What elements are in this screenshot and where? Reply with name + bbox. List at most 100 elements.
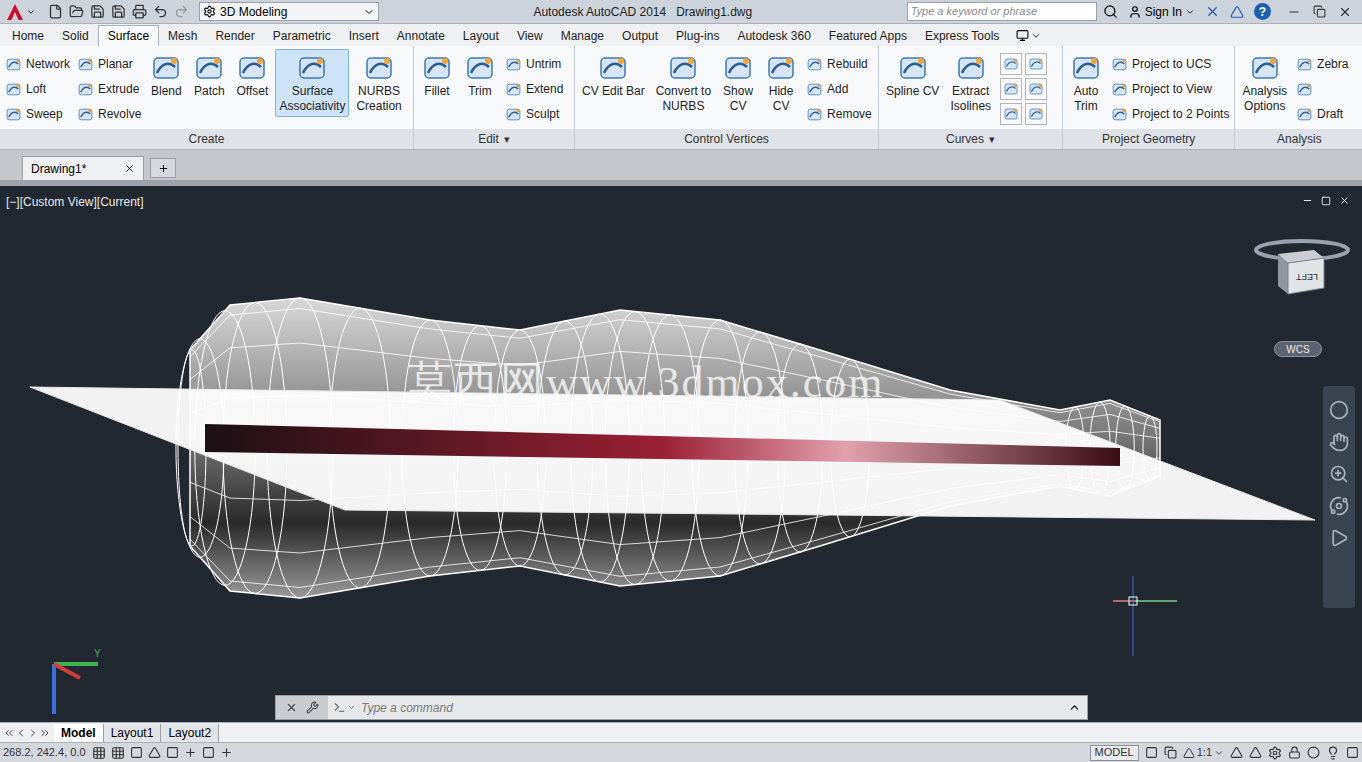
ribbon-large-button[interactable]: ShowCV: [718, 49, 758, 117]
ribbon-tab[interactable]: Annotate: [388, 25, 454, 46]
save-icon[interactable]: [90, 4, 105, 19]
clean-screen-icon[interactable]: [1346, 746, 1359, 759]
sign-in-button[interactable]: Sign In: [1124, 3, 1199, 21]
open-icon[interactable]: [69, 4, 84, 19]
ribbon-small-button[interactable]: Zebra: [1296, 53, 1348, 75]
search-field[interactable]: Type a keyword or phrase: [907, 2, 1097, 21]
close-tab-icon[interactable]: [124, 163, 135, 174]
dyn-icon[interactable]: [220, 746, 233, 759]
ribbon-large-button[interactable]: AutoTrim: [1066, 49, 1106, 117]
minimize-viewport-icon[interactable]: [1302, 195, 1313, 206]
workspace-dropdown[interactable]: 3D Modeling: [199, 2, 379, 21]
model-space-button[interactable]: MODEL: [1090, 745, 1139, 761]
ribbon-large-button[interactable]: NURBSCreation: [352, 49, 405, 117]
ducs-icon[interactable]: [202, 746, 215, 759]
prev-tab-icon[interactable]: [15, 727, 27, 739]
first-tab-icon[interactable]: [3, 727, 15, 739]
ribbon-small-button[interactable]: Planar: [77, 53, 141, 75]
layout-tab[interactable]: Model: [54, 724, 104, 742]
ribbon-tab[interactable]: Autodesk 360: [728, 25, 819, 46]
ribbon-tab[interactable]: Output: [613, 25, 667, 46]
command-input[interactable]: Type a command: [361, 699, 1068, 717]
app-menu-button[interactable]: [0, 3, 42, 21]
exchange-icon[interactable]: [1205, 4, 1220, 19]
panel-title[interactable]: Analysis: [1235, 129, 1362, 149]
ribbon-tab[interactable]: Plug-ins: [667, 25, 728, 46]
ribbon-large-button[interactable]: AnalysisOptions: [1238, 49, 1291, 117]
hardware-icon[interactable]: [1307, 746, 1320, 759]
restore-icon[interactable]: [1313, 5, 1326, 18]
file-tab[interactable]: Drawing1*: [22, 156, 144, 180]
ribbon-tab[interactable]: Layout: [454, 25, 508, 46]
connect-icon[interactable]: [1230, 5, 1244, 19]
redo-icon[interactable]: [174, 4, 189, 19]
annotation-visibility-icon[interactable]: [1230, 746, 1243, 759]
model-drawing[interactable]: [0, 186, 1362, 722]
coordinates[interactable]: 268.2, 242.4, 0.0: [3, 744, 86, 761]
steering-wheel-icon[interactable]: [1329, 400, 1349, 420]
zoom-icon[interactable]: [1329, 464, 1349, 484]
orbit-icon[interactable]: [1329, 496, 1349, 516]
panel-title[interactable]: Project Geometry: [1063, 129, 1234, 149]
ribbon-large-button[interactable]: SurfaceAssociativity: [275, 49, 349, 117]
ribbon-small-button[interactable]: Project to UCS: [1111, 53, 1229, 75]
ribbon-small-button[interactable]: Loft: [5, 78, 70, 100]
curve-tool-button[interactable]: [1000, 78, 1022, 100]
help-button[interactable]: ?: [1254, 3, 1271, 20]
layout-icon[interactable]: [1145, 746, 1158, 759]
panel-title[interactable]: Edit▾: [414, 129, 574, 149]
ribbon-toggle[interactable]: [1008, 25, 1049, 46]
otrack-icon[interactable]: [184, 746, 197, 759]
panel-title[interactable]: Curves▾: [879, 129, 1062, 149]
close-icon[interactable]: [1338, 5, 1352, 19]
ribbon-tab[interactable]: Solid: [53, 25, 98, 46]
ribbon-large-button[interactable]: Patch: [189, 49, 229, 102]
ribbon-large-button[interactable]: Fillet: [417, 49, 457, 102]
new-icon[interactable]: [48, 4, 63, 19]
showmotion-icon[interactable]: [1329, 528, 1349, 548]
ribbon-small-button[interactable]: Extrude: [77, 78, 141, 100]
ribbon-large-button[interactable]: ExtractIsolines: [946, 49, 995, 117]
ribbon-tab[interactable]: Mesh: [159, 25, 206, 46]
osnap-icon[interactable]: [166, 746, 179, 759]
viewport-label[interactable]: [−][Custom View][Current]: [6, 193, 144, 211]
last-tab-icon[interactable]: [39, 727, 51, 739]
ribbon-tab[interactable]: Home: [3, 25, 53, 46]
viewcube[interactable]: LEFT: [1252, 236, 1352, 298]
ribbon-tab[interactable]: Express Tools: [916, 25, 1008, 46]
new-tab-button[interactable]: [150, 158, 176, 178]
panel-title[interactable]: Create: [0, 129, 413, 149]
ribbon-small-button[interactable]: Draft: [1296, 103, 1348, 125]
close-command-icon[interactable]: [285, 701, 298, 714]
ribbon-small-button[interactable]: Project to 2 Points: [1111, 103, 1229, 125]
ribbon-icon-button[interactable]: [1296, 78, 1348, 100]
ribbon-large-button[interactable]: Offset: [232, 49, 272, 102]
customize-icon[interactable]: [306, 701, 319, 714]
ortho-icon[interactable]: [130, 746, 143, 759]
ribbon-small-button[interactable]: Rebuild: [806, 53, 872, 75]
ribbon-small-button[interactable]: Revolve: [77, 103, 141, 125]
ribbon-tab[interactable]: Parametric: [264, 25, 340, 46]
ribbon-large-button[interactable]: Trim: [460, 49, 500, 102]
layout-tab[interactable]: Layout2: [161, 724, 219, 742]
save-as-icon[interactable]: [111, 4, 126, 19]
annotation-scale[interactable]: 1:1: [1183, 744, 1224, 761]
polar-icon[interactable]: [148, 746, 161, 759]
ucs-badge[interactable]: WCS: [1274, 341, 1322, 357]
snap-icon[interactable]: [92, 746, 106, 760]
ribbon-large-button[interactable]: Convert toNURBS: [652, 49, 715, 117]
grid-icon[interactable]: [111, 746, 125, 760]
workspace-icon[interactable]: [1268, 746, 1282, 760]
ribbon-small-button[interactable]: Untrim: [505, 53, 563, 75]
close-viewport-icon[interactable]: [1339, 195, 1350, 206]
ribbon-large-button[interactable]: CV Edit Bar: [578, 49, 649, 102]
layout-tab[interactable]: Layout1: [104, 724, 162, 742]
curve-tool-button[interactable]: [1000, 103, 1022, 125]
plot-icon[interactable]: [132, 4, 147, 19]
lock-icon[interactable]: [1288, 746, 1301, 759]
isolate-icon[interactable]: [1326, 746, 1340, 760]
history-icon[interactable]: [1068, 701, 1081, 714]
curve-tool-button[interactable]: [1000, 53, 1022, 75]
search-icon[interactable]: [1103, 4, 1118, 19]
pan-icon[interactable]: [1329, 432, 1349, 452]
